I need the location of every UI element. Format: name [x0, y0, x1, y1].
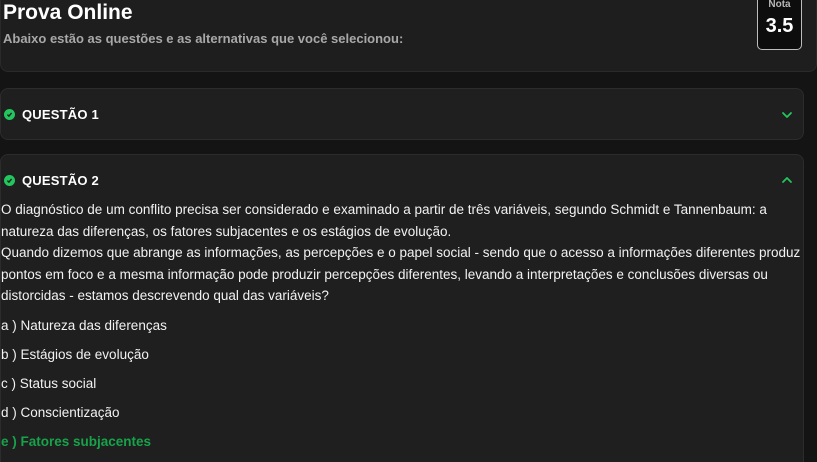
header-card: Prova Online Abaixo estão as questões e …: [0, 0, 817, 72]
question-1-header[interactable]: QUESTÃO 1: [4, 106, 99, 122]
question-2-header[interactable]: QUESTÃO 2: [4, 172, 99, 188]
chevron-down-icon[interactable]: [781, 109, 793, 121]
answer-options: a ) Natureza das diferenças b ) Estágios…: [1, 311, 801, 456]
check-circle-icon: [4, 174, 15, 186]
question-statement-prompt: Quando dizemos que abrange as informaçõe…: [1, 245, 801, 303]
answer-option-d: d ) Conscientização: [1, 404, 120, 420]
question-2-title: QUESTÃO 2: [22, 172, 99, 188]
question-statement-intro: O diagnóstico de um conflito precisa ser…: [1, 202, 767, 239]
page-title: Prova Online: [3, 1, 133, 24]
question-2-body: O diagnóstico de um conflito precisa ser…: [1, 199, 801, 456]
question-2-card: QUESTÃO 2 O diagnóstico de um conflito p…: [0, 154, 804, 462]
question-1-card[interactable]: QUESTÃO 1: [0, 88, 804, 140]
grade-value: 3.5: [765, 15, 794, 37]
prova-online-page: Prova Online Abaixo estão as questões e …: [0, 0, 817, 462]
answer-option-a: a ) Natureza das diferenças: [1, 317, 167, 333]
grade-badge: Nota 3.5: [757, 0, 802, 50]
answer-option-c: c ) Status social: [1, 375, 97, 391]
grade-label: Nota: [768, 0, 791, 10]
check-circle-icon: [4, 108, 15, 120]
answer-option-e-selected: e ) Fatores subjacentes: [1, 433, 152, 449]
chevron-up-icon[interactable]: [781, 174, 793, 186]
question-1-title: QUESTÃO 1: [22, 106, 99, 122]
page-subtitle: Abaixo estão as questões e as alternativ…: [3, 31, 404, 46]
answer-option-b: b ) Estágios de evolução: [1, 346, 149, 362]
